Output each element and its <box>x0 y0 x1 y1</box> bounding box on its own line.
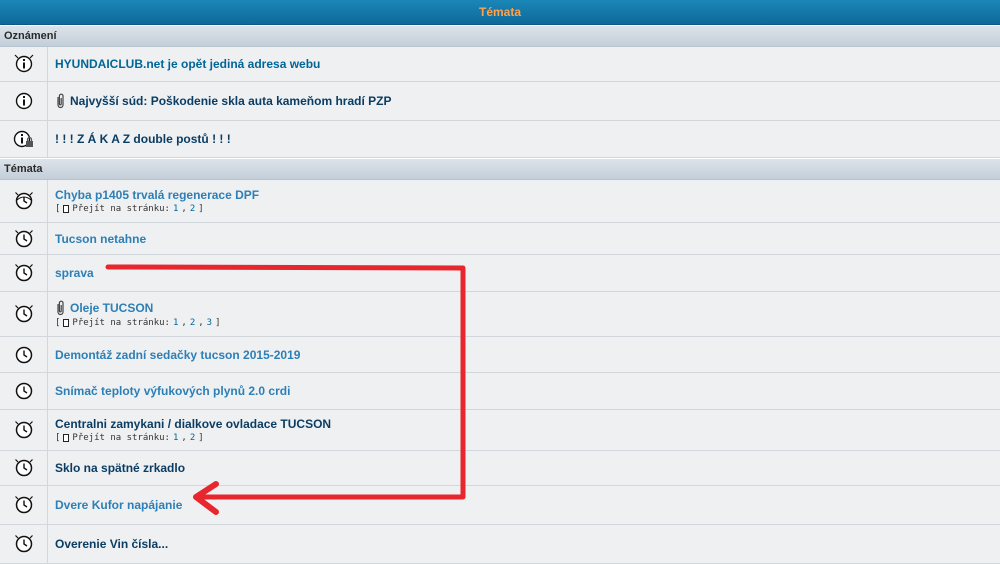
topic-hot-icon <box>0 451 48 485</box>
pagination: [ Přejít na stránku: 1, 2 ] <box>55 204 204 214</box>
pagination: [ Přejít na stránku: 1, 2 ] <box>55 433 204 443</box>
topic-list-header: Témata <box>0 0 1000 25</box>
list-item: Snímač teploty výfukových plynů 2.0 crdi <box>0 373 1000 410</box>
topic-link[interactable]: Najvyšší súd: Poškodenie skla auta kameň… <box>55 93 1000 109</box>
topic-link[interactable]: Snímač teploty výfukových plynů 2.0 crdi <box>55 384 1000 398</box>
topic-link[interactable]: Tucson netahne <box>55 232 1000 246</box>
topic-list: Témata Oznámení HYUNDAICLUB.net je opět … <box>0 0 1000 564</box>
topic-hot-icon <box>0 410 48 450</box>
topic-link[interactable]: Dvere Kufor napájanie <box>55 498 1000 512</box>
section-announcements: Oznámení <box>0 25 1000 47</box>
page-link[interactable]: 1 <box>173 318 178 328</box>
page-link[interactable]: 1 <box>173 204 178 214</box>
page-icon <box>63 319 70 327</box>
list-item: Oleje TUCSON [ Přejít na stránku: 1, 2, … <box>0 292 1000 337</box>
section-topics: Témata <box>0 158 1000 180</box>
pagination: [ Přejít na stránku: 1, 2, 3 ] <box>55 318 221 328</box>
topic-link[interactable]: Oleje TUCSON <box>55 300 1000 316</box>
list-item: Dvere Kufor napájanie <box>0 486 1000 525</box>
topic-hot-icon <box>0 525 48 563</box>
topic-link[interactable]: Chyba p1405 trvalá regenerace DPF <box>55 188 1000 202</box>
topic-hot-icon <box>0 486 48 524</box>
topic-icon <box>0 373 48 409</box>
list-item: Sklo na spätné zrkadlo <box>0 451 1000 486</box>
topic-icon <box>0 337 48 372</box>
list-item: Overenie Vin čísla... <box>0 525 1000 564</box>
attachment-icon <box>55 93 66 109</box>
topic-link[interactable]: Demontáž zadní sedačky tucson 2015-2019 <box>55 348 1000 362</box>
list-item: Chyba p1405 trvalá regenerace DPF [ Přej… <box>0 180 1000 223</box>
page-icon <box>63 205 70 213</box>
list-item: Najvyšší súd: Poškodenie skla auta kameň… <box>0 82 1000 121</box>
list-item: Tucson netahne <box>0 223 1000 255</box>
list-item: Centralni zamykani / dialkove ovladace T… <box>0 410 1000 451</box>
topic-hot-icon <box>0 255 48 291</box>
page-link[interactable]: 1 <box>173 433 178 443</box>
attachment-icon <box>55 300 66 316</box>
topic-link[interactable]: Overenie Vin čísla... <box>55 537 1000 551</box>
page-icon <box>63 434 70 442</box>
topic-hot-icon <box>0 223 48 254</box>
topic-title: Najvyšší súd: Poškodenie skla auta kameň… <box>70 94 392 108</box>
announce-locked-icon <box>0 121 48 157</box>
topic-hot-icon <box>0 180 48 222</box>
topic-link[interactable]: ! ! ! Z Á K A Z double postů ! ! ! <box>55 132 1000 146</box>
page-link[interactable]: 2 <box>190 204 195 214</box>
list-item: sprava <box>0 255 1000 292</box>
list-item: Demontáž zadní sedačky tucson 2015-2019 <box>0 337 1000 373</box>
topic-link[interactable]: Sklo na spätné zrkadlo <box>55 461 1000 475</box>
topic-link[interactable]: sprava <box>55 266 1000 280</box>
page-link[interactable]: 2 <box>190 318 195 328</box>
topic-title: Oleje TUCSON <box>70 301 154 315</box>
topic-hot-icon <box>0 292 48 336</box>
list-item: HYUNDAICLUB.net je opět jediná adresa we… <box>0 47 1000 82</box>
announce-icon <box>0 47 48 81</box>
page-link[interactable]: 2 <box>190 433 195 443</box>
announce-icon <box>0 82 48 120</box>
topic-link[interactable]: Centralni zamykani / dialkove ovladace T… <box>55 417 1000 431</box>
list-item: ! ! ! Z Á K A Z double postů ! ! ! <box>0 121 1000 158</box>
page-link[interactable]: 3 <box>207 318 212 328</box>
topic-link[interactable]: HYUNDAICLUB.net je opět jediná adresa we… <box>55 57 1000 71</box>
